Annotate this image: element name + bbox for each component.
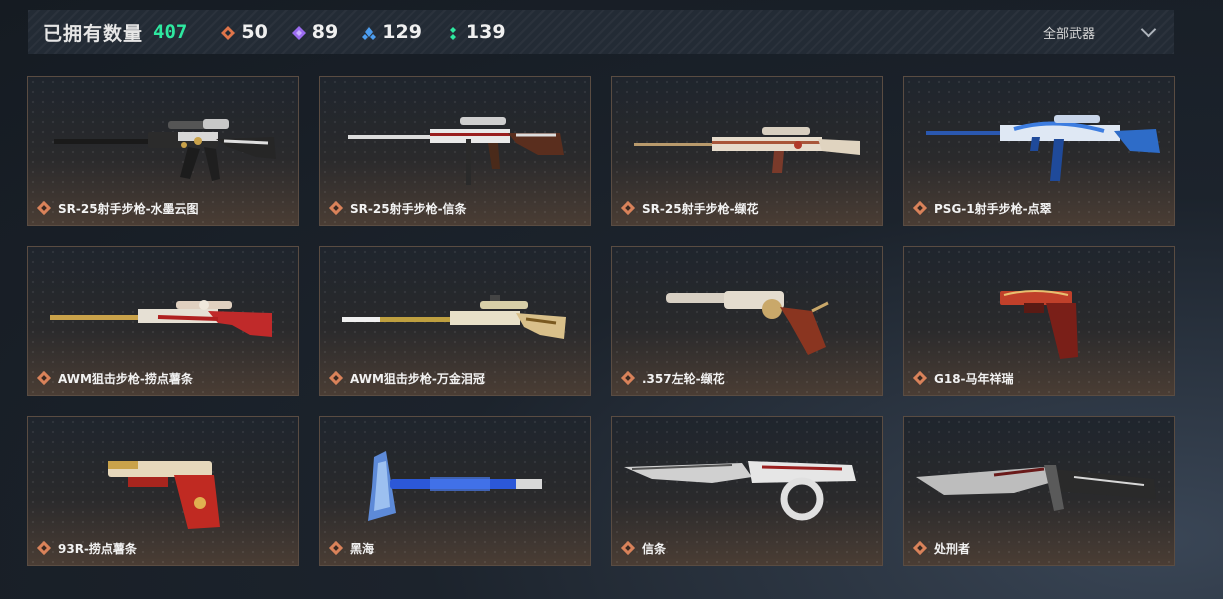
inventory-header: 已拥有数量 407 50 89 129 139 全部武器 [28, 10, 1174, 54]
weapon-name: AWM狙击步枪-万金泪冠 [350, 372, 485, 386]
weapon-card[interactable]: 处刑者 [903, 416, 1175, 566]
stat-orange-value: 50 [241, 21, 268, 43]
weapon-card[interactable]: .357左轮-缬花 [611, 246, 883, 396]
bolt-sniper-icon [50, 300, 272, 337]
weapon-card[interactable]: SR-25射手步枪-信条 [319, 76, 591, 226]
rarity-icon [38, 372, 51, 385]
weapon-label: AWM狙击步枪-捞点薯条 [38, 370, 193, 387]
knife-icon [624, 461, 856, 521]
rarity-icon [914, 542, 927, 555]
knife-icon [916, 465, 1156, 511]
weapon-card[interactable]: 93R-捞点薯条 [27, 416, 299, 566]
rarity-icon [914, 202, 927, 215]
weapon-name: 处刑者 [934, 542, 971, 556]
filter-label: 全部武器 [1042, 26, 1095, 42]
weapon-card[interactable]: AWM狙击步枪-万金泪冠 [319, 246, 591, 396]
weapon-label: 黑海 [330, 540, 374, 557]
owned-label: 已拥有数量 [43, 22, 144, 45]
weapon-filter-dropdown[interactable]: 全部武器 [1042, 10, 1157, 54]
pistol-icon [1000, 290, 1078, 359]
weapon-label: 93R-捞点薯条 [38, 540, 137, 557]
rarity-icon [38, 542, 51, 555]
sniper-rifle-icon [634, 127, 860, 173]
stat-blue: 129 [362, 21, 422, 43]
weapon-name: 信条 [642, 542, 667, 556]
weapon-name: SR-25射手步枪-缬花 [642, 202, 759, 216]
weapon-label: 信条 [622, 540, 666, 557]
weapon-grid: SR-25射手步枪-水墨云图 SR-25射手步枪-信条 SR-25射手步枪-缬花… [27, 76, 1175, 566]
rarity-icon [38, 202, 51, 215]
sniper-rifle-icon [348, 117, 564, 185]
weapon-label: G18-马年祥瑞 [914, 370, 1014, 387]
weapon-card[interactable]: SR-25射手步枪-缬花 [611, 76, 883, 226]
rarity-icon [622, 372, 635, 385]
weapon-name: AWM狙击步枪-捞点薯条 [58, 372, 193, 386]
weapon-card[interactable]: AWM狙击步枪-捞点薯条 [27, 246, 299, 396]
weapon-name: 黑海 [350, 542, 375, 556]
weapon-name: G18-马年祥瑞 [934, 372, 1014, 386]
sniper-rifle-icon [926, 115, 1160, 181]
weapon-label: PSG-1射手步枪-点翠 [914, 200, 1052, 217]
weapon-label: SR-25射手步枪-水墨云图 [38, 200, 199, 217]
rarity-icon [330, 202, 343, 215]
stat-blue-value: 129 [382, 21, 422, 43]
weapon-name: .357左轮-缬花 [642, 372, 725, 386]
weapon-card[interactable]: SR-25射手步枪-水墨云图 [27, 76, 299, 226]
orange-diamond-icon [221, 25, 236, 40]
green-dots-icon [446, 25, 460, 40]
rarity-icon [622, 542, 635, 555]
weapon-label: SR-25射手步枪-缬花 [622, 200, 759, 217]
weapon-label: 处刑者 [914, 540, 970, 557]
rarity-icon [330, 372, 343, 385]
axe-icon [368, 451, 542, 521]
weapon-card[interactable]: PSG-1射手步枪-点翠 [903, 76, 1175, 226]
purple-diamond-icon [291, 25, 306, 40]
weapon-card[interactable]: 黑海 [319, 416, 591, 566]
weapon-label: AWM狙击步枪-万金泪冠 [330, 370, 485, 387]
stat-purple-value: 89 [311, 21, 339, 43]
weapon-name: SR-25射手步枪-信条 [350, 202, 467, 216]
weapon-label: SR-25射手步枪-信条 [330, 200, 467, 217]
blue-diamond-icon [362, 25, 377, 40]
weapon-card[interactable]: 信条 [611, 416, 883, 566]
revolver-icon [666, 291, 829, 355]
stat-green: 139 [446, 21, 506, 43]
stat-orange: 50 [221, 21, 268, 43]
weapon-card[interactable]: G18-马年祥瑞 [903, 246, 1175, 396]
weapon-name: 93R-捞点薯条 [58, 542, 137, 556]
rarity-icon [330, 542, 343, 555]
rarity-icon [914, 372, 927, 385]
sniper-rifle-icon [54, 119, 276, 181]
bolt-sniper-icon [342, 295, 566, 339]
owned-count: 407 [153, 21, 188, 43]
weapon-name: SR-25射手步枪-水墨云图 [58, 202, 199, 216]
pistol-icon [108, 461, 220, 529]
stat-purple: 89 [291, 21, 339, 43]
weapon-name: PSG-1射手步枪-点翠 [934, 202, 1052, 216]
chevron-down-icon [1140, 21, 1157, 38]
rarity-icon [622, 202, 635, 215]
stat-green-value: 139 [465, 21, 506, 43]
weapon-label: .357左轮-缬花 [622, 370, 725, 387]
